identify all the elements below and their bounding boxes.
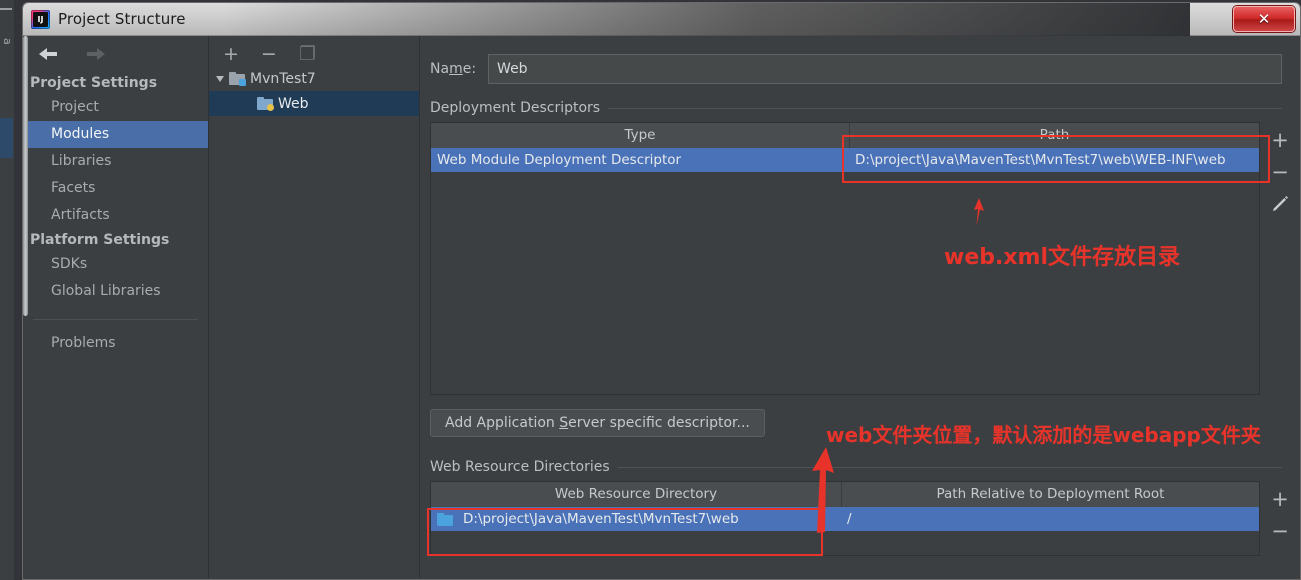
- sidebar-item-problems[interactable]: Problems: [23, 330, 208, 357]
- settings-sidebar: Project Settings Project Modules Librari…: [23, 36, 209, 579]
- dialog-titlebar[interactable]: Project Structure ✕: [23, 3, 1300, 36]
- project-structure-dialog: Project Structure ✕: [22, 2, 1301, 580]
- sidebar-item-artifacts[interactable]: Artifacts: [23, 202, 208, 229]
- column-header-path[interactable]: Path: [849, 123, 1259, 148]
- deployment-descriptors-buttons: + −: [1260, 122, 1300, 395]
- arrow-left-icon[interactable]: [35, 44, 61, 64]
- sidebar-scrollbar[interactable]: [23, 36, 28, 316]
- plus-icon[interactable]: +: [1268, 130, 1292, 151]
- cell-path: D:\project\Java\MavenTest\MvnTest7\web\W…: [855, 152, 1226, 168]
- plus-icon[interactable]: +: [1268, 489, 1292, 510]
- deployment-descriptors-table: Type Path Web Module Deployment Descript…: [430, 122, 1260, 395]
- minus-icon[interactable]: −: [1268, 162, 1292, 183]
- cell-type: Web Module Deployment Descriptor: [437, 152, 682, 168]
- name-label: Name:: [430, 61, 477, 77]
- column-header-web-resource-directory[interactable]: Web Resource Directory: [431, 482, 841, 507]
- sidebar-item-project[interactable]: Project: [23, 94, 208, 121]
- sidebar-item-global-libraries[interactable]: Global Libraries: [23, 278, 208, 305]
- section-rule: [617, 466, 1282, 468]
- web-resource-directories-table: Web Resource Directory Path Relative to …: [430, 481, 1260, 556]
- sidebar-group-platform-settings: Platform Settings: [30, 232, 170, 248]
- dialog-title: Project Structure: [58, 10, 186, 28]
- table-row[interactable]: D:\project\Java\MavenTest\MvnTest7\web /: [431, 507, 1259, 531]
- titlebar-gradient: [223, 3, 1190, 36]
- backdrop-minus-icon: [0, 8, 12, 10]
- section-label: Deployment Descriptors: [430, 100, 601, 116]
- backdrop-selected-tab: [0, 118, 13, 158]
- table-empty-area: [431, 531, 1259, 555]
- section-rule: [608, 107, 1282, 109]
- sidebar-nav-arrows: [23, 36, 208, 72]
- folder-icon: [437, 512, 453, 526]
- pencil-icon[interactable]: [1268, 194, 1292, 217]
- name-row: Name: Web: [420, 36, 1300, 84]
- backdrop-vertical-label: a: [1, 38, 14, 45]
- table-header-row: Web Resource Directory Path Relative to …: [431, 482, 1259, 507]
- sidebar-item-sdks[interactable]: SDKs: [23, 251, 208, 278]
- dialog-body: Project Settings Project Modules Librari…: [23, 36, 1300, 579]
- tree-node-label: Web: [278, 95, 309, 112]
- module-tree-panel: + − ❐ MvnTest7 Web: [209, 36, 420, 579]
- web-resource-directories-header: Web Resource Directories: [430, 459, 1282, 475]
- screen: a Project Structure ✕: [0, 0, 1301, 580]
- table-row[interactable]: Web Module Deployment Descriptor D:\proj…: [431, 148, 1259, 172]
- tree-node-mvntest7[interactable]: MvnTest7: [209, 66, 419, 91]
- sidebar-divider: [33, 319, 198, 320]
- close-button[interactable]: ✕: [1233, 6, 1295, 32]
- table-empty-area: [431, 172, 1259, 394]
- column-header-path-relative[interactable]: Path Relative to Deployment Root: [841, 482, 1259, 507]
- sidebar-group-project-settings: Project Settings: [30, 75, 158, 91]
- add-descriptor-button[interactable]: Add Application Server specific descript…: [430, 409, 765, 437]
- minus-icon[interactable]: −: [261, 44, 277, 64]
- arrow-right-icon[interactable]: [83, 44, 109, 64]
- module-folder-icon: [229, 72, 246, 86]
- cell-path-relative: /: [847, 511, 852, 527]
- tree-node-web[interactable]: Web: [209, 91, 419, 116]
- plus-icon[interactable]: +: [223, 44, 239, 64]
- deployment-descriptors-table-area: Type Path Web Module Deployment Descript…: [420, 122, 1300, 395]
- name-input[interactable]: Web: [488, 54, 1282, 84]
- column-header-type[interactable]: Type: [431, 123, 849, 148]
- sidebar-item-modules[interactable]: Modules: [23, 121, 208, 148]
- sidebar-item-libraries[interactable]: Libraries: [23, 148, 208, 175]
- add-descriptor-suffix: erver specific descriptor...: [568, 415, 750, 431]
- table-header-row: Type Path: [431, 123, 1259, 148]
- add-descriptor-mnemonic: S: [559, 415, 569, 431]
- web-resource-directories-buttons: + −: [1260, 481, 1300, 556]
- deployment-descriptors-header: Deployment Descriptors: [430, 100, 1282, 116]
- module-settings-content: Name: Web Deployment Descriptors Type Pa…: [420, 36, 1300, 579]
- tree-node-label: MvnTest7: [250, 70, 316, 87]
- cell-web-resource-directory: D:\project\Java\MavenTest\MvnTest7\web: [431, 507, 841, 531]
- section-label: Web Resource Directories: [430, 459, 610, 475]
- intellij-idea-icon: [31, 9, 50, 29]
- chevron-down-icon[interactable]: [216, 75, 224, 82]
- ide-backdrop-toolbar: a: [0, 0, 14, 580]
- add-descriptor-prefix: Add Application: [445, 415, 560, 431]
- cell-text: D:\project\Java\MavenTest\MvnTest7\web: [463, 511, 739, 527]
- module-tree-toolbar: + − ❐: [209, 36, 419, 66]
- minus-icon[interactable]: −: [1268, 521, 1292, 542]
- web-facet-icon: [257, 97, 274, 111]
- copy-icon: ❐: [298, 42, 316, 65]
- web-resource-directories-table-area: Web Resource Directory Path Relative to …: [420, 481, 1300, 556]
- sidebar-item-facets[interactable]: Facets: [23, 175, 208, 202]
